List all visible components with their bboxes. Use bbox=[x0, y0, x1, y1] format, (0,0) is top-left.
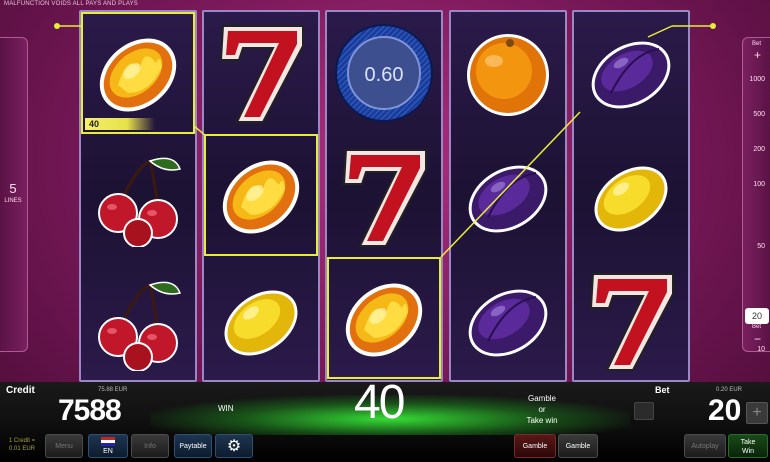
win-value: 40 bbox=[354, 376, 405, 429]
bet-label: Bet bbox=[655, 385, 670, 395]
credit-rate-line: 1 Credit = bbox=[8, 438, 36, 444]
credit-rate: 1 Credit = 0.01 EUR bbox=[3, 437, 41, 453]
gamble-text-line: or bbox=[538, 405, 546, 414]
take-win-line: Win bbox=[741, 448, 755, 455]
menu-button[interactable]: Menu bbox=[45, 434, 83, 458]
gamble-or-take-win-text: Gamble or Take win bbox=[514, 393, 570, 426]
language-label: EN bbox=[103, 448, 113, 456]
autoplay-button[interactable]: Autoplay bbox=[684, 434, 726, 458]
gamble-text-line: Gamble bbox=[527, 394, 556, 403]
gear-icon: ⚙ bbox=[226, 438, 242, 455]
flag-icon bbox=[101, 437, 115, 446]
settings-button[interactable]: ⚙ bbox=[215, 434, 253, 458]
credit-eur: 75.88 EUR bbox=[98, 387, 128, 393]
bet-value: 20 bbox=[708, 394, 742, 427]
language-button[interactable]: EN bbox=[88, 434, 128, 458]
gamble-black-button[interactable]: Gamble bbox=[558, 434, 598, 458]
bet-plus-button[interactable]: + bbox=[746, 402, 768, 424]
credit-label: Credit bbox=[6, 385, 35, 396]
gamble-red-button[interactable]: Gamble bbox=[514, 434, 556, 458]
take-win-line: Take bbox=[740, 439, 756, 446]
bet-eur: 0.20 EUR bbox=[716, 387, 743, 393]
paytable-button[interactable]: Paytable bbox=[174, 434, 212, 458]
gamble-text-line: Take win bbox=[526, 416, 558, 425]
take-win-button[interactable]: Take Win bbox=[728, 434, 768, 458]
credit-value: 7588 bbox=[58, 394, 122, 427]
win-label: WIN bbox=[218, 404, 234, 413]
credit-rate-line: 0.01 EUR bbox=[8, 446, 35, 452]
max-bet-button[interactable] bbox=[634, 402, 654, 420]
info-button[interactable]: Info bbox=[131, 434, 169, 458]
